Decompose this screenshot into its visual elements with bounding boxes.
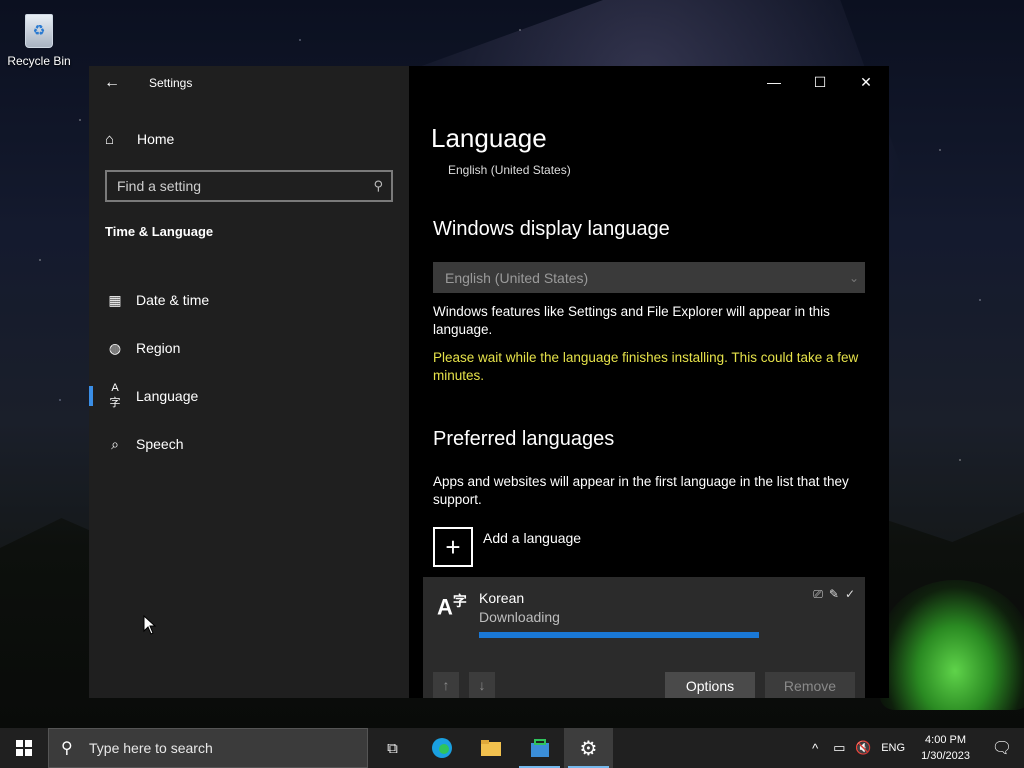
display-language-description: Windows features like Settings and File … xyxy=(433,304,830,337)
recycle-bin-icon: ♻ xyxy=(19,8,59,50)
system-tray: ^ ▭ 🔇 ENG 4:00 PM 1/30/2023 🗨 xyxy=(803,728,1024,768)
close-icon: ✕ xyxy=(860,73,872,90)
spellcheck-icon: ✓ xyxy=(844,587,855,601)
taskbar-store[interactable] xyxy=(515,728,564,768)
chevron-up-icon[interactable]: ^ xyxy=(803,741,827,756)
windows-logo-icon xyxy=(16,740,32,756)
start-button[interactable] xyxy=(0,728,48,768)
task-view-icon: ⧉ xyxy=(387,739,398,757)
desktop-icon-label: Recycle Bin xyxy=(7,54,71,68)
language-name: Korean xyxy=(479,590,525,606)
section-header: Time & Language xyxy=(105,224,214,239)
move-up-button[interactable]: ↑ xyxy=(433,672,459,698)
install-warning: Please wait while the language finishes … xyxy=(433,350,859,383)
settings-search-input[interactable] xyxy=(117,178,347,194)
clock-time: 4:00 PM xyxy=(925,734,967,746)
gear-icon: ⚙ xyxy=(579,737,598,760)
page-subtitle: English (United States) xyxy=(448,163,571,177)
move-down-button[interactable]: ↓ xyxy=(469,672,495,698)
handwriting-icon: ✎ xyxy=(828,587,839,601)
language-item-korean[interactable]: A字 Korean Downloading ⎚ ✎ ✓ ↑ ↓ Options … xyxy=(423,577,865,698)
action-center-button[interactable]: 🗨 xyxy=(980,738,1024,758)
taskbar-search-box[interactable]: ⚲ xyxy=(48,728,368,768)
nav-home[interactable]: ⌂ Home xyxy=(105,126,174,152)
notification-icon: 🗨 xyxy=(991,740,1013,757)
sidebar-item-label: Speech xyxy=(136,436,184,452)
maximize-button[interactable]: ☐ xyxy=(797,66,843,98)
taskbar-file-explorer[interactable] xyxy=(466,728,515,768)
arrow-down-icon: ↓ xyxy=(478,677,486,693)
search-icon: ⚲ xyxy=(61,740,73,757)
taskbar-search-input[interactable] xyxy=(89,740,359,756)
options-button-label: Options xyxy=(685,678,735,694)
language-feature-icons: ⎚ ✎ ✓ xyxy=(813,587,855,602)
sidebar-item-label: Date & time xyxy=(136,292,210,308)
remove-button-label: Remove xyxy=(783,678,837,694)
window-title: Settings xyxy=(149,76,193,90)
display-language-value: English (United States) xyxy=(445,269,589,286)
clock[interactable]: 4:00 PM 1/30/2023 xyxy=(921,732,970,764)
language-icon: A字 xyxy=(109,382,121,409)
display-language-heading: Windows display language xyxy=(433,218,670,240)
language-status: Downloading xyxy=(479,609,560,625)
nav-home-label: Home xyxy=(137,131,175,147)
folder-icon xyxy=(480,740,501,756)
taskbar: ⚲ ⧉ ⚙ ^ ▭ 🔇 ENG 4:00 PM xyxy=(0,728,1024,768)
input-language-indicator[interactable]: ENG xyxy=(881,742,905,754)
taskbar-settings[interactable]: ⚙ xyxy=(564,728,613,768)
settings-main-pane: — ☐ ✕ Language English (United States) W… xyxy=(409,66,889,698)
edge-icon xyxy=(431,738,452,758)
mouse-cursor xyxy=(143,615,157,635)
search-icon[interactable]: ⚲ xyxy=(373,178,383,194)
plus-icon: + xyxy=(433,527,473,567)
add-language-label: Add a language xyxy=(483,530,582,546)
taskbar-edge[interactable] xyxy=(417,728,466,768)
taskbar-task-view[interactable]: ⧉ xyxy=(368,728,417,768)
sidebar-item-speech[interactable]: ⌕ Speech xyxy=(89,420,409,468)
microphone-icon: ⌕ xyxy=(111,435,119,452)
arrow-up-icon: ↑ xyxy=(442,677,450,693)
minimize-button[interactable]: — xyxy=(751,66,797,98)
display-language-icon: ⎚ xyxy=(813,587,823,601)
sidebar-item-language[interactable]: A字 Language xyxy=(89,372,409,420)
store-icon xyxy=(530,739,549,757)
download-progress-bar xyxy=(479,632,759,638)
preferred-languages-heading: Preferred languages xyxy=(433,428,615,450)
download-progress-fill xyxy=(479,632,759,638)
language-icon: A字 xyxy=(437,593,467,620)
network-icon[interactable]: ▭ xyxy=(827,740,851,756)
page-title: Language xyxy=(431,123,547,153)
back-arrow-icon: ← xyxy=(104,74,120,91)
remove-button[interactable]: Remove xyxy=(765,672,855,698)
preferred-languages-description: Apps and websites will appear in the fir… xyxy=(433,474,849,507)
sidebar-item-region[interactable]: ◍ Region xyxy=(89,324,409,372)
add-language-button[interactable]: + Add a language xyxy=(433,527,581,567)
home-icon: ⌂ xyxy=(105,130,115,148)
settings-sidebar: ← Settings ⌂ Home ⚲ Time & Language ▦ Da… xyxy=(89,66,409,698)
back-button[interactable]: ← xyxy=(89,66,135,100)
sidebar-item-label: Language xyxy=(136,388,199,404)
title-bar: ← Settings xyxy=(89,66,409,100)
globe-icon: ◍ xyxy=(108,339,122,356)
display-language-dropdown[interactable]: English (United States) ⌄ xyxy=(433,262,865,293)
window-controls: — ☐ ✕ xyxy=(751,66,889,98)
minimize-icon: — xyxy=(767,74,781,90)
sidebar-item-date-time[interactable]: ▦ Date & time xyxy=(89,276,409,324)
settings-search-box[interactable]: ⚲ xyxy=(105,170,393,202)
options-button[interactable]: Options xyxy=(665,672,755,698)
wallpaper-tent xyxy=(880,580,1024,710)
clock-date: 1/30/2023 xyxy=(921,750,970,762)
close-button[interactable]: ✕ xyxy=(843,66,889,98)
calendar-clock-icon: ▦ xyxy=(108,291,122,308)
chevron-down-icon: ⌄ xyxy=(848,270,859,285)
sidebar-nav: ▦ Date & time ◍ Region A字 Language ⌕ Spe… xyxy=(89,276,409,468)
maximize-icon: ☐ xyxy=(813,73,827,90)
desktop-icon-recycle-bin[interactable]: ♻ Recycle Bin xyxy=(4,6,74,68)
taskbar-apps: ⧉ ⚙ xyxy=(368,728,613,768)
settings-window: ← Settings ⌂ Home ⚲ Time & Language ▦ Da… xyxy=(89,66,889,698)
sidebar-item-label: Region xyxy=(136,340,181,356)
volume-muted-icon[interactable]: 🔇 xyxy=(851,740,875,756)
